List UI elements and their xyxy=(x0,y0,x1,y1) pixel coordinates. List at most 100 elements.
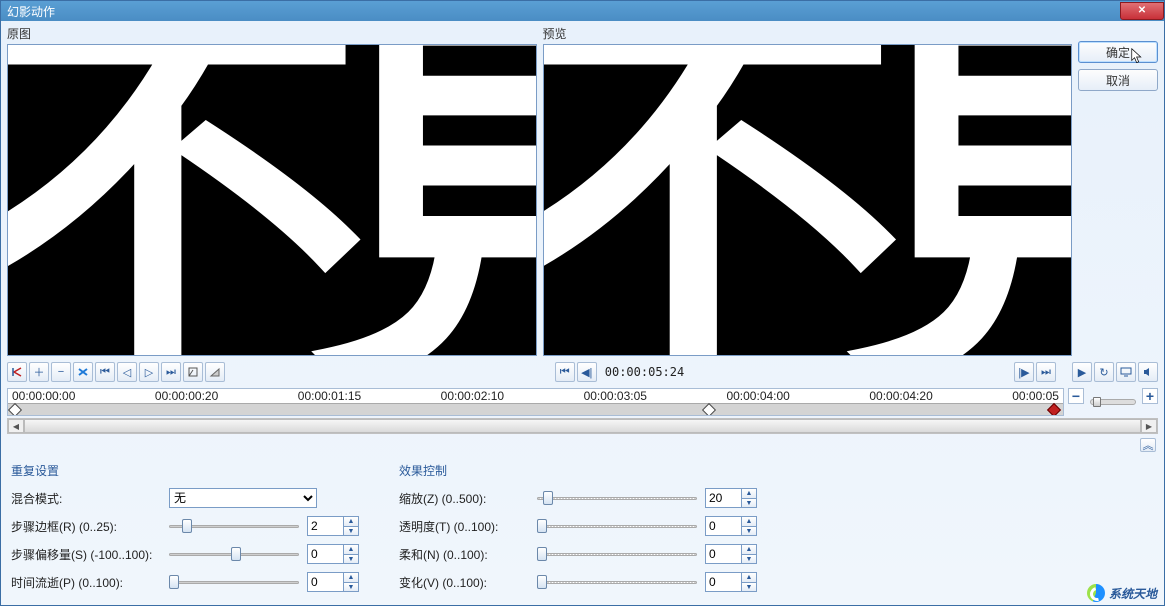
tick: 00:00:00:20 xyxy=(155,389,218,403)
spin-down-button[interactable]: ▼ xyxy=(741,526,757,536)
spin-down-button[interactable]: ▼ xyxy=(343,554,359,564)
add-keyframe-button[interactable]: ＋ xyxy=(29,362,49,382)
step-forward-button[interactable]: |▶ xyxy=(1014,362,1034,382)
spin-up-button[interactable]: ▲ xyxy=(343,572,359,582)
effect-group-title: 效果控制 xyxy=(399,462,757,479)
soft-row: 柔和(N) (0..100): ▲▼ xyxy=(399,543,757,565)
original-canvas-text: 不見 xyxy=(7,44,537,356)
step-back-button[interactable]: ◀| xyxy=(577,362,597,382)
swap-keyframes-button[interactable] xyxy=(73,362,93,382)
playback-toolbar: ⏮ ◀| 00:00:05:24 xyxy=(555,362,684,382)
step-offset-input[interactable] xyxy=(307,544,343,564)
speaker-button[interactable] xyxy=(1138,362,1158,382)
spin-up-button[interactable]: ▲ xyxy=(741,544,757,554)
spin-up-button[interactable]: ▲ xyxy=(741,516,757,526)
opacity-input[interactable] xyxy=(705,516,741,536)
play-button[interactable]: ▶ xyxy=(1072,362,1092,382)
vary-slider[interactable] xyxy=(537,573,697,591)
spin-down-button[interactable]: ▼ xyxy=(741,582,757,592)
spin-down-button[interactable]: ▼ xyxy=(343,582,359,592)
timeline-scrollbar[interactable]: ◀ ▶ xyxy=(7,418,1158,434)
time-lapse-slider[interactable] xyxy=(169,573,299,591)
time-lapse-input[interactable] xyxy=(307,572,343,592)
tick: 00:00:01:15 xyxy=(298,389,361,403)
keyframe-marker-active[interactable] xyxy=(1047,403,1061,416)
prev-keyframe-button[interactable]: ◁ xyxy=(117,362,137,382)
remove-keyframe-button[interactable]: − xyxy=(51,362,71,382)
window-title: 幻影动作 xyxy=(7,3,55,20)
keyframe-marker[interactable] xyxy=(702,403,716,416)
transform-tool-button[interactable] xyxy=(183,362,203,382)
go-end-button[interactable]: ⏭ xyxy=(1036,362,1056,382)
soft-slider[interactable] xyxy=(537,545,697,563)
original-label: 原图 xyxy=(7,25,537,42)
settings-panel: 重复设置 混合模式: 无 步骤边框(R) (0..25): ▲▼ 步骤偏移量(S… xyxy=(7,456,1158,599)
spin-down-button[interactable]: ▼ xyxy=(343,526,359,536)
blend-mode-row: 混合模式: 无 xyxy=(11,487,359,509)
step-border-input[interactable] xyxy=(307,516,343,536)
spin-up-button[interactable]: ▲ xyxy=(343,544,359,554)
timeline-ruler[interactable]: 00:00:00:00 00:00:00:20 00:00:01:15 00:0… xyxy=(7,388,1064,416)
next-keyframe-button[interactable]: ▷ xyxy=(139,362,159,382)
opacity-row: 透明度(T) (0..100): ▲▼ xyxy=(399,515,757,537)
first-keyframe-button[interactable]: ⏮ xyxy=(95,362,115,382)
title-bar: 幻影动作 ✕ xyxy=(1,1,1164,21)
soft-input[interactable] xyxy=(705,544,741,564)
zoom-input[interactable] xyxy=(705,488,741,508)
blend-mode-select[interactable]: 无 xyxy=(169,488,317,508)
spin-up-button[interactable]: ▲ xyxy=(343,516,359,526)
scrollbar-thumb[interactable] xyxy=(24,419,1141,433)
preview-canvas-text: 不見 xyxy=(543,44,1073,356)
scroll-left-button[interactable]: ◀ xyxy=(8,419,24,433)
scroll-right-button[interactable]: ▶ xyxy=(1141,419,1157,433)
last-keyframe-button[interactable]: ⏭ xyxy=(161,362,181,382)
zoom-out-button[interactable]: − xyxy=(1068,388,1084,404)
spin-up-button[interactable]: ▲ xyxy=(741,488,757,498)
original-canvas: 不見 xyxy=(7,44,537,356)
keyframe-marker[interactable] xyxy=(8,403,22,416)
keyframe-toolbar: ＋ − ⏮ ◁ ▷ ⏭ xyxy=(7,362,225,382)
original-column: 原图 不見 xyxy=(7,25,537,356)
window-close-button[interactable]: ✕ xyxy=(1120,2,1164,20)
step-offset-slider[interactable] xyxy=(169,545,299,563)
slider-thumb[interactable] xyxy=(169,575,179,589)
tick: 00:00:04:20 xyxy=(869,389,932,403)
spin-down-button[interactable]: ▼ xyxy=(741,554,757,564)
clip-tool-button[interactable] xyxy=(205,362,225,382)
cancel-button[interactable]: 取消 xyxy=(1078,69,1158,91)
loop-button[interactable]: ↻ xyxy=(1094,362,1114,382)
zoom-in-button[interactable]: + xyxy=(1142,388,1158,404)
tick: 00:00:02:10 xyxy=(441,389,504,403)
opacity-slider[interactable] xyxy=(537,517,697,535)
collapse-settings-button[interactable]: ︽ xyxy=(1140,438,1156,452)
phantom-action-dialog: 幻影动作 ✕ 原图 不見 预览 不見 确定 取消 xyxy=(0,0,1165,606)
ok-button-label: 确定 xyxy=(1106,44,1130,61)
vary-input[interactable] xyxy=(705,572,741,592)
zoom-slider-control[interactable] xyxy=(537,489,697,507)
ok-button[interactable]: 确定 xyxy=(1078,41,1158,63)
step-border-slider[interactable] xyxy=(169,517,299,535)
monitor-button[interactable] xyxy=(1116,362,1136,382)
spin-up-button[interactable]: ▲ xyxy=(741,572,757,582)
watermark-globe-icon xyxy=(1087,584,1105,602)
slider-thumb[interactable] xyxy=(543,491,553,505)
slider-thumb[interactable] xyxy=(537,519,547,533)
preview-row: 原图 不見 预览 不見 确定 取消 xyxy=(7,25,1158,356)
spin-down-button[interactable]: ▼ xyxy=(741,498,757,508)
slider-thumb[interactable] xyxy=(182,519,192,533)
slider-thumb[interactable] xyxy=(537,547,547,561)
zoom-slider-thumb[interactable] xyxy=(1093,397,1101,407)
preview-label: 预览 xyxy=(543,25,1073,42)
keyframe-track[interactable] xyxy=(8,403,1063,415)
ruler-labels: 00:00:00:00 00:00:00:20 00:00:01:15 00:0… xyxy=(8,389,1063,403)
right-toolbar: |▶ ⏭ ▶ ↻ xyxy=(1014,362,1158,382)
reset-keyframe-button[interactable] xyxy=(7,362,27,382)
scrollbar-track[interactable] xyxy=(24,419,1141,433)
zoom-slider[interactable] xyxy=(1090,399,1136,405)
go-start-button[interactable]: ⏮ xyxy=(555,362,575,382)
slider-thumb[interactable] xyxy=(537,575,547,589)
opacity-label: 透明度(T) (0..100): xyxy=(399,518,529,535)
side-buttons: 确定 取消 xyxy=(1078,25,1158,356)
slider-thumb[interactable] xyxy=(231,547,241,561)
vary-row: 变化(V) (0..100): ▲▼ xyxy=(399,571,757,593)
